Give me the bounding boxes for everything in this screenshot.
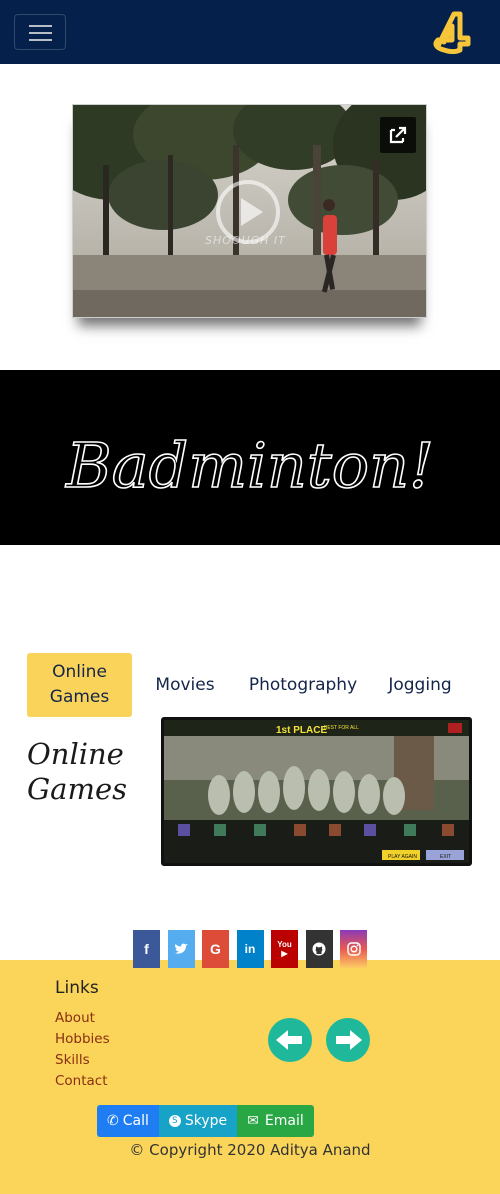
tab-movies[interactable]: Movies [147,653,223,717]
copyright-text: © Copyright 2020 Aditya Anand [129,1141,371,1159]
tab-label: Photography [248,674,358,695]
tab-photography[interactable]: Photography [243,653,363,717]
game-scene: 1st PLACE BEST FOR ALL PLAY AGAIN EXIT [164,720,469,863]
play-again-text: PLAY AGAIN [388,854,417,860]
call-label: Call [122,1113,149,1129]
game-place-sub: BEST FOR ALL [324,725,359,731]
section-title: Online Games [27,737,127,806]
navbar [0,0,500,64]
links-title: Links [55,978,99,998]
social-links: f G in You ▶ [133,930,375,968]
exit-text: EXIT [440,854,451,860]
arrow-right-icon [336,1030,362,1050]
hobby-banner: Badminton! [0,370,500,545]
phone-icon: ✆ [107,1113,119,1129]
external-link-icon [389,126,407,144]
email-label: Email [264,1113,304,1129]
footer-link-hobbies[interactable]: Hobbies [55,1029,110,1050]
hobby-tabs: Online Games Movies Photography Jogging [27,653,467,717]
previous-page-button[interactable] [268,1018,312,1062]
envelope-icon: ✉ [247,1113,259,1129]
skype-icon: S [168,1115,181,1127]
footer-links: About Hobbies Skills Contact [55,1008,110,1092]
game-place-text: 1st PLACE [276,725,327,736]
linkedin-icon[interactable]: in [236,930,264,968]
facebook-icon[interactable]: f [133,930,160,968]
tab-jogging[interactable]: Jogging [379,653,461,717]
game-screenshot: 1st PLACE BEST FOR ALL PLAY AGAIN EXIT [161,717,472,866]
next-page-button[interactable] [326,1018,370,1062]
banner-title: Badminton! [65,429,434,502]
banner-svg: Badminton! [64,428,434,503]
github-icon[interactable] [305,930,333,968]
google-icon[interactable]: G [202,930,229,968]
email-button[interactable]: ✉ Email [237,1105,314,1137]
skype-label: Skype [184,1113,228,1129]
footer-link-about[interactable]: About [55,1008,110,1029]
contact-buttons: ✆ Call S Skype ✉ Email [97,1105,314,1137]
youtube-icon[interactable]: You ▶ [271,930,298,968]
tab-label: Online Games [49,662,110,707]
video-watermark: SHOOUGH IT [205,234,286,247]
tab-label: Jogging [388,674,452,695]
hamburger-line [29,39,52,41]
arrow-left-icon [276,1030,302,1050]
skype-button[interactable]: S Skype [158,1105,238,1137]
open-external-button[interactable] [380,117,416,153]
footer-link-skills[interactable]: Skills [55,1050,110,1071]
video-player[interactable]: SHOOUGH IT [72,104,427,318]
instagram-icon[interactable] [340,930,367,968]
tab-online-games[interactable]: Online Games [27,653,132,717]
brand-logo[interactable] [430,8,474,54]
hamburger-line [29,25,52,27]
call-button[interactable]: ✆ Call [97,1105,159,1137]
twitter-icon[interactable] [167,930,195,968]
footer: Links About Hobbies Skills Contact ✆ Cal… [0,960,500,1194]
menu-toggle-button[interactable] [14,14,66,50]
hamburger-line [29,32,52,34]
footer-link-contact[interactable]: Contact [55,1071,110,1092]
tab-label: Movies [155,674,215,695]
